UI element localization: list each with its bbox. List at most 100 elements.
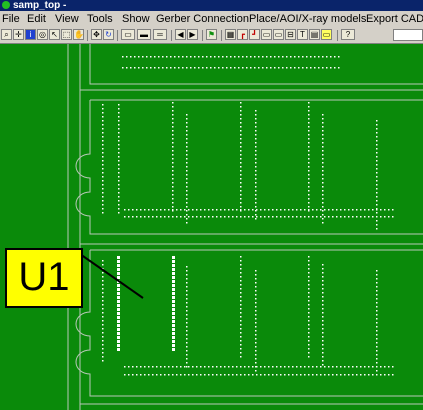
pad-column (308, 118, 310, 120)
menu-edit[interactable]: Edit (27, 11, 46, 28)
pad-column (322, 348, 324, 350)
pad-row (220, 209, 222, 211)
search-icon[interactable]: ⌕ (1, 29, 12, 40)
pad-column (102, 172, 104, 174)
pad-column-u1 (172, 300, 175, 303)
part-icon[interactable]: ▭ (273, 29, 284, 40)
pad-column (240, 264, 242, 266)
pad-column (308, 194, 310, 196)
pad-row (212, 209, 214, 211)
move-icon[interactable]: ✥ (91, 29, 102, 40)
pad-row (244, 366, 246, 368)
pad-row (192, 374, 194, 376)
pad-column (240, 276, 242, 278)
part-icon[interactable]: ▭ (321, 29, 332, 40)
pad-column (240, 138, 242, 140)
part-icon[interactable]: ▭ (261, 29, 272, 40)
pad-column (322, 126, 324, 128)
refresh-icon[interactable]: ↻ (103, 29, 114, 40)
pad-column (102, 144, 104, 146)
pad-column (308, 166, 310, 168)
pad-row (276, 209, 278, 211)
pad-column (255, 342, 257, 344)
pointer-icon[interactable]: ↖ (49, 29, 60, 40)
pad-row (248, 374, 250, 376)
pad-row (244, 374, 246, 376)
menu-gerber-connection[interactable]: Gerber Connection (156, 11, 249, 28)
next-icon[interactable]: ▶ (187, 29, 198, 40)
layer-icon[interactable]: ▬ (137, 29, 151, 40)
menu-place-aoi-xray[interactable]: Place/AOI/X-ray models (249, 11, 366, 28)
pad-column (240, 146, 242, 148)
target-icon[interactable]: ◎ (37, 29, 48, 40)
pad-column (102, 108, 104, 110)
part-icon[interactable]: ┛ (249, 29, 260, 40)
pad-column (322, 312, 324, 314)
layer-icon[interactable]: ═ (153, 29, 167, 40)
pad-column (255, 290, 257, 292)
pad-row (384, 216, 386, 218)
pad-column (308, 312, 310, 314)
pad-column (118, 112, 120, 114)
menu-file[interactable]: File (2, 11, 20, 28)
text-icon[interactable]: T (297, 29, 308, 40)
pad-column (322, 182, 324, 184)
pad-column (255, 126, 257, 128)
pad-row (376, 209, 378, 211)
prev-icon[interactable]: ◀ (175, 29, 186, 40)
pad-column (240, 284, 242, 286)
pad-column (308, 340, 310, 342)
pad-column (255, 138, 257, 140)
pad-column (186, 134, 188, 136)
toolbar-field[interactable] (393, 29, 423, 41)
pad-row (264, 366, 266, 368)
help-icon[interactable]: ? (341, 29, 355, 40)
pad-row (328, 366, 330, 368)
pad-row (392, 209, 394, 211)
pad-row (344, 374, 346, 376)
part-icon[interactable]: ⊟ (285, 29, 296, 40)
pad-column (308, 106, 310, 108)
pad-row (128, 366, 130, 368)
zoom-icon[interactable]: ✛ (13, 29, 24, 40)
menu-view[interactable]: View (55, 11, 79, 28)
pad-column (308, 154, 310, 156)
pad-column (186, 198, 188, 200)
part-icon[interactable]: ┏ (237, 29, 248, 40)
flag-icon[interactable]: ⚑ (206, 29, 217, 40)
pad-column (118, 168, 120, 170)
pcb-canvas[interactable]: U1 (0, 44, 423, 410)
info-icon[interactable]: i (25, 29, 36, 40)
pad-column (186, 278, 188, 280)
pad-column-u1 (172, 328, 175, 331)
menu-export-cad[interactable]: Export CAD (366, 11, 423, 28)
pad-row (178, 56, 180, 58)
pad-column (255, 142, 257, 144)
pad-row (122, 67, 124, 69)
select-icon[interactable]: ⬚ (61, 29, 72, 40)
layer-icon[interactable]: ▭ (121, 29, 135, 40)
menu-tools[interactable]: Tools (87, 11, 113, 28)
pad-row (340, 209, 342, 211)
pad-row (210, 67, 212, 69)
pad-column (376, 212, 378, 214)
pan-icon[interactable]: ✋ (73, 29, 84, 40)
pad-row (300, 216, 302, 218)
pad-row (260, 209, 262, 211)
app-icon[interactable] (2, 1, 10, 9)
pad-row (318, 56, 320, 58)
pad-column (376, 164, 378, 166)
grid-icon[interactable]: ▦ (225, 29, 236, 40)
menu-show[interactable]: Show (122, 11, 150, 28)
part-icon[interactable]: ▤ (309, 29, 320, 40)
pad-column (118, 184, 120, 186)
pad-row (316, 374, 318, 376)
pad-row (268, 209, 270, 211)
pad-column (102, 124, 104, 126)
pad-column (240, 126, 242, 128)
pad-row (296, 374, 298, 376)
pad-column (186, 182, 188, 184)
pad-row (258, 56, 260, 58)
pad-column (376, 330, 378, 332)
pad-row (180, 374, 182, 376)
